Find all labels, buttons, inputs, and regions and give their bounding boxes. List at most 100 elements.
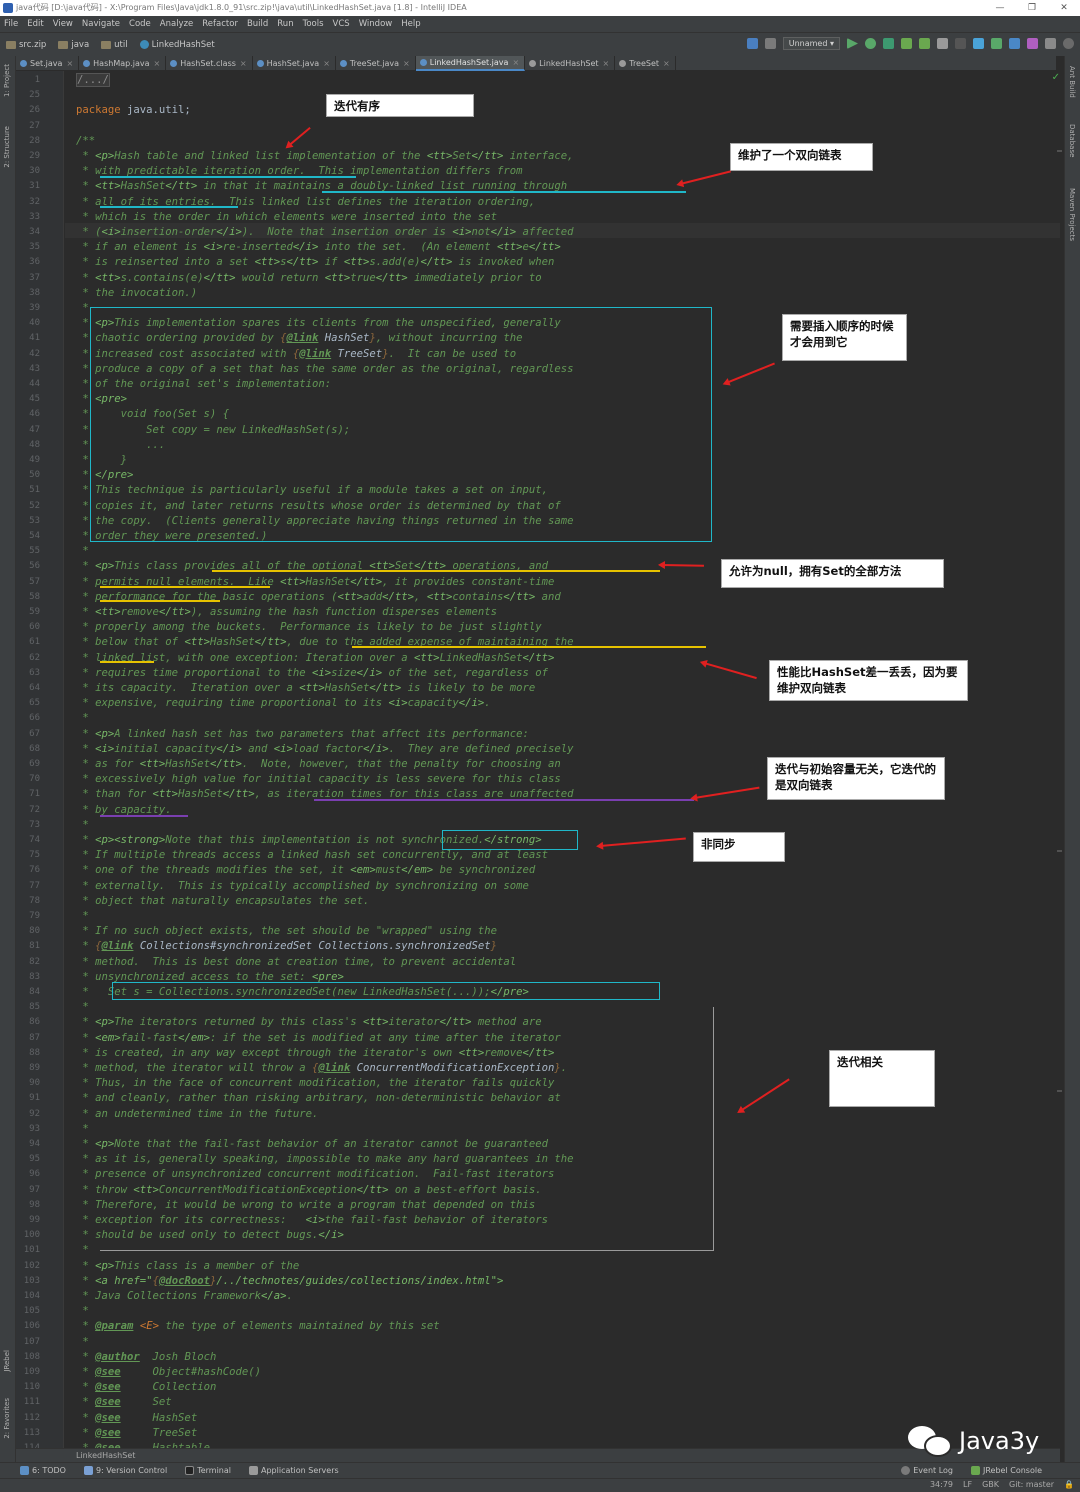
line-number[interactable]: 40 [16,316,40,331]
jrebel-console-tool-button[interactable]: JRebel Console [970,1466,1042,1475]
line-number[interactable]: 44 [16,377,40,392]
line-number[interactable]: 75 [16,848,40,863]
line-number[interactable]: 85 [16,1000,40,1015]
line-number[interactable]: 103 [16,1274,40,1289]
favorites-tool-tab[interactable]: 2: Favorites [3,1398,11,1439]
line-number[interactable]: 108 [16,1350,40,1365]
code-line[interactable]: * <tt>s.contains(e)</tt> would return <t… [76,271,541,286]
line-number[interactable]: 55 [16,544,40,559]
close-tab-icon[interactable]: × [603,56,610,71]
code-line[interactable]: * [76,1335,88,1350]
code-line[interactable]: /** [76,134,95,149]
tab-linkedhashset-diagram[interactable]: LinkedHashSet × [525,56,616,71]
code-line[interactable]: * below that of <tt>HashSet</tt>, due to… [76,635,573,650]
menu-edit[interactable]: Edit [27,19,43,29]
run-configuration-dropdown[interactable]: Unnamed ▾ [782,37,840,50]
jrebel-run-icon[interactable] [901,38,912,49]
line-number[interactable]: 99 [16,1213,40,1228]
line-number[interactable]: 26 [16,103,40,118]
git-branch[interactable]: Git: master [1009,1480,1054,1489]
line-number[interactable]: 41 [16,331,40,346]
close-tab-icon[interactable]: × [66,56,73,71]
menu-view[interactable]: View [53,19,73,29]
tab-hashmap-java[interactable]: HashMap.java × [79,56,167,71]
line-number[interactable]: 54 [16,529,40,544]
tab-linkedhashset-java[interactable]: LinkedHashSet.java × [415,55,526,71]
tab-treeset-java[interactable]: TreeSet.java × [336,56,416,71]
line-number[interactable]: 78 [16,894,40,909]
line-number[interactable]: 102 [16,1259,40,1274]
line-number[interactable]: 29 [16,149,40,164]
menu-file[interactable]: File [4,19,18,29]
line-number[interactable]: 92 [16,1107,40,1122]
line-number[interactable]: 97 [16,1183,40,1198]
line-number[interactable]: 88 [16,1046,40,1061]
attach-icon[interactable] [937,38,948,49]
code-line[interactable]: * Java Collections Framework</a>. [76,1289,293,1304]
database-tool-tab[interactable]: Database [1068,124,1076,157]
lock-icon[interactable]: 🔒 [1064,1480,1074,1489]
line-number[interactable]: 80 [16,924,40,939]
line-number[interactable]: 33 [16,210,40,225]
tab-hashset-class[interactable]: HashSet.class × [166,56,253,71]
vcs-history-icon[interactable] [1009,38,1020,49]
maven-projects-tool-tab[interactable]: Maven Projects [1068,188,1076,241]
code-line[interactable]: package java.util; [76,103,191,118]
restore-button[interactable]: ❐ [1016,0,1048,16]
code-line[interactable]: * linked list, with one exception: Itera… [76,651,554,666]
line-number[interactable]: 89 [16,1061,40,1076]
code-line[interactable]: * [76,711,88,726]
menu-tools[interactable]: Tools [303,19,324,29]
line-number[interactable]: 74 [16,833,40,848]
line-number[interactable]: 48 [16,438,40,453]
coverage-icon[interactable] [883,38,894,49]
menu-run[interactable]: Run [277,19,293,29]
line-number[interactable]: 70 [16,772,40,787]
code-line[interactable]: * <p>This class provides all of the opti… [76,559,548,574]
close-tab-icon[interactable]: × [154,56,161,71]
line-number[interactable]: 56 [16,559,40,574]
terminal-tool-button[interactable]: Terminal [185,1466,231,1475]
line-number[interactable]: 87 [16,1031,40,1046]
line-number[interactable]: 28 [16,134,40,149]
line-number[interactable]: 82 [16,955,40,970]
breadcrumb-util[interactable]: util [101,40,128,50]
breadcrumb-java[interactable]: java [58,40,89,50]
code-line[interactable]: * the invocation.) [76,286,197,301]
line-number[interactable]: 105 [16,1304,40,1319]
code-line[interactable]: * requires time proportional to the <i>s… [76,666,548,681]
menu-code[interactable]: Code [129,19,151,29]
line-number[interactable]: 94 [16,1137,40,1152]
breadcrumb-linkedhashset[interactable]: LinkedHashSet [139,40,215,50]
project-structure-icon[interactable] [1045,38,1056,49]
line-number[interactable]: 49 [16,453,40,468]
line-number[interactable]: 59 [16,605,40,620]
line-number[interactable]: 81 [16,939,40,954]
close-window-button[interactable]: ✕ [1048,0,1080,16]
vcs-commit-icon[interactable] [991,38,1002,49]
line-number[interactable]: 47 [16,423,40,438]
line-number[interactable]: 45 [16,392,40,407]
code-line[interactable]: * [76,909,88,924]
line-number[interactable]: 34 [16,225,40,240]
close-tab-icon[interactable]: × [240,56,247,71]
tab-hashset-java[interactable]: HashSet.java × [253,56,336,71]
line-number[interactable]: 53 [16,514,40,529]
line-number[interactable]: 110 [16,1380,40,1395]
jrebel-debug-icon[interactable] [919,38,930,49]
code-line[interactable]: * as for <tt>HashSet</tt>. Note, however… [76,757,560,772]
minimize-button[interactable]: — [984,0,1016,16]
line-number[interactable]: 52 [16,499,40,514]
caret-position[interactable]: 34:79 [930,1480,953,1489]
code-line[interactable]: /.../ [76,73,110,88]
close-tab-icon[interactable]: × [512,55,519,70]
editor-scrollbar[interactable] [1060,71,1064,1448]
event-log-tool-button[interactable]: Event Log [901,1466,953,1475]
line-number[interactable]: 39 [16,301,40,316]
line-number[interactable]: 104 [16,1289,40,1304]
line-number[interactable]: 79 [16,909,40,924]
error-stripe-mark[interactable] [1057,150,1062,152]
line-number[interactable]: 91 [16,1091,40,1106]
code-line[interactable]: * @see Hashtable [76,1441,210,1448]
error-stripe-mark[interactable] [1057,1090,1062,1092]
